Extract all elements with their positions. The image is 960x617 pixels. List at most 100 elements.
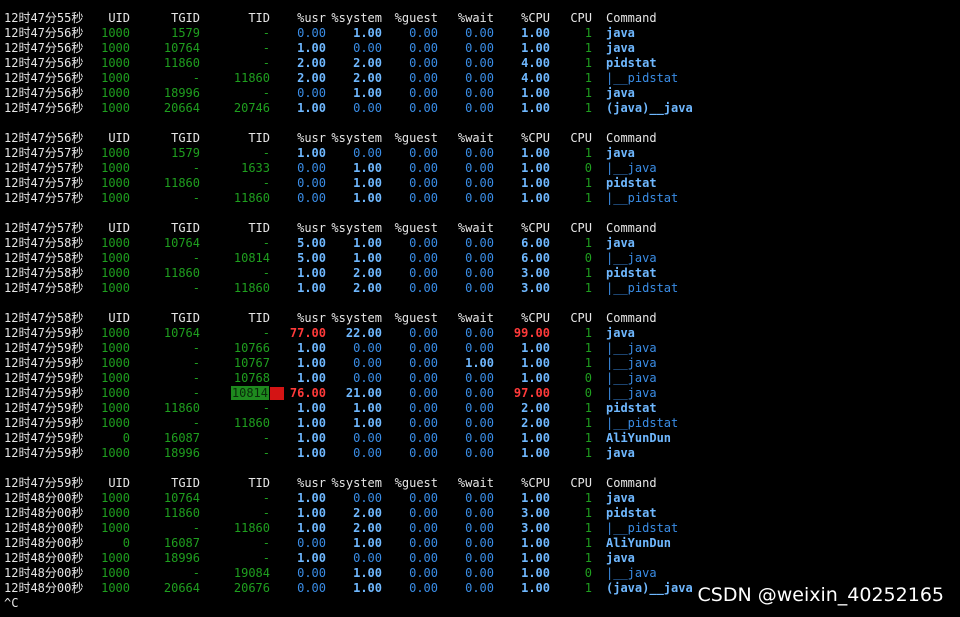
cell-tgid: 20664 (163, 101, 200, 115)
table-row: 12时47分59秒 1000 - 10768 1.00 0.00 0.00 0.00 1.00 0… (0, 371, 960, 386)
cell-uid: 1000 (101, 176, 130, 190)
cell-time: 12时48分00秒 (4, 506, 84, 520)
header-uid: UID (108, 131, 130, 145)
header-uid: UID (108, 221, 130, 235)
header-time: 12时47分55秒 (4, 11, 84, 25)
cell-wait: 0.00 (465, 506, 494, 520)
cell-wait: 0.00 (465, 551, 494, 565)
cell-cpu: 1 (584, 56, 592, 70)
cell-usr: 1.00 (297, 341, 326, 355)
cell-cpu_pct: 1.00 (521, 101, 550, 115)
table-row: 12时47分57秒 1000 - 11860 0.00 1.00 0.00 0.00 1.00 1… (0, 191, 960, 206)
header-cpu: CPU (570, 311, 592, 325)
cell-uid: 1000 (101, 506, 130, 520)
cell-wait: 0.00 (465, 281, 494, 295)
cell-command: |__java (606, 356, 657, 370)
cell-time: 12时47分59秒 (4, 386, 84, 400)
header-uid: UID (108, 11, 130, 25)
table-header: 12时47分58秒 UID TGID TID %usr %system %guest %wai… (0, 311, 960, 326)
cell-system: 1.00 (353, 161, 382, 175)
header-usr: %usr (297, 476, 326, 490)
cell-usr: 2.00 (297, 71, 326, 85)
cell-uid: 1000 (101, 236, 130, 250)
cell-tid: 10766 (233, 341, 270, 355)
table-row: 12时47分58秒 1000 - 10814 5.00 1.00 0.00 0.00 6.00 0… (0, 251, 960, 266)
cell-uid: 1000 (101, 341, 130, 355)
cell-guest: 0.00 (409, 281, 438, 295)
cell-usr: 77.00 (289, 326, 326, 340)
header-command: Command (606, 311, 657, 325)
cell-guest: 0.00 (409, 386, 438, 400)
cell-cpu: 1 (584, 446, 592, 460)
cell-tgid: - (192, 251, 200, 265)
cell-guest: 0.00 (409, 371, 438, 385)
cell-tid: 11860 (233, 191, 270, 205)
cell-tgid: - (192, 521, 200, 535)
cell-tid: 10767 (233, 356, 270, 370)
cell-tgid: 20664 (163, 581, 200, 595)
cell-cpu: 1 (584, 536, 592, 550)
cell-uid: 1000 (101, 281, 130, 295)
table-row: 12时47分58秒 1000 10764 - 5.00 1.00 0.00 0.00 6.00 1… (0, 236, 960, 251)
cell-cpu_pct: 1.00 (521, 26, 550, 40)
cell-tgid: - (192, 371, 200, 385)
cell-system: 1.00 (353, 176, 382, 190)
cell-tgid: 10764 (163, 236, 200, 250)
cell-cpu: 1 (584, 506, 592, 520)
header-wait: %wait (457, 221, 494, 235)
header-guest: %guest (394, 311, 438, 325)
cell-time: 12时47分57秒 (4, 161, 84, 175)
cell-guest: 0.00 (409, 566, 438, 580)
cell-wait: 0.00 (465, 386, 494, 400)
cell-cpu_pct: 1.00 (521, 566, 550, 580)
cell-wait: 0.00 (465, 341, 494, 355)
cell-guest: 0.00 (409, 161, 438, 175)
table-row: 12时47分57秒 1000 - 1633 0.00 1.00 0.00 0.00 1.00 0 |… (0, 161, 960, 176)
cell-wait: 1.00 (465, 356, 494, 370)
cell-tid: 11860 (233, 281, 270, 295)
cell-wait: 0.00 (465, 536, 494, 550)
cell-tgid: - (192, 191, 200, 205)
cell-time: 12时47分58秒 (4, 251, 84, 265)
header-wait: %wait (457, 131, 494, 145)
cell-command: |__java (606, 386, 657, 400)
cell-cpu_pct: 1.00 (521, 431, 550, 445)
cell-cpu: 1 (584, 71, 592, 85)
cell-cpu: 1 (584, 356, 592, 370)
cell-system: 1.00 (353, 566, 382, 580)
cell-wait: 0.00 (465, 251, 494, 265)
cell-system: 0.00 (353, 41, 382, 55)
cell-guest: 0.00 (409, 236, 438, 250)
cell-command: |__pidstat (606, 521, 679, 535)
cell-usr: 1.00 (297, 146, 326, 160)
cell-tid: - (262, 56, 270, 70)
cell-cpu_pct: 1.00 (521, 371, 550, 385)
cell-cpu: 1 (584, 521, 592, 535)
cell-wait: 0.00 (465, 191, 494, 205)
cell-tgid: 1579 (171, 146, 200, 160)
terminal-prompt[interactable]: ^C (4, 596, 18, 611)
cell-guest: 0.00 (409, 191, 438, 205)
cell-cpu_pct: 1.00 (521, 86, 550, 100)
cell-uid: 1000 (101, 191, 130, 205)
cell-guest: 0.00 (409, 41, 438, 55)
cell-cpu: 1 (584, 41, 592, 55)
cell-cpu: 1 (584, 326, 592, 340)
cell-usr: 1.00 (297, 506, 326, 520)
cell-uid: 0 (122, 431, 130, 445)
cell-command: |__pidstat (606, 416, 679, 430)
table-row: 12时47分57秒 1000 11860 - 0.00 1.00 0.00 0.00 1.00 1… (0, 176, 960, 191)
header-time: 12时47分58秒 (4, 311, 84, 325)
table-header: 12时47分57秒 UID TGID TID %usr %system %guest %wai… (0, 221, 960, 236)
cell-uid: 1000 (101, 161, 130, 175)
cell-guest: 0.00 (409, 101, 438, 115)
cell-guest: 0.00 (409, 536, 438, 550)
header-cpu: CPU (570, 221, 592, 235)
table-row: 12时47分56秒 1000 20664 20746 1.00 0.00 0.00 0.00 1… (0, 101, 960, 116)
cell-usr: 0.00 (297, 86, 326, 100)
header-cpu: CPU (570, 131, 592, 145)
cell-cpu_pct: 1.00 (521, 191, 550, 205)
cell-command: java (606, 446, 635, 460)
cell-tgid: - (192, 71, 200, 85)
cell-cpu: 1 (584, 551, 592, 565)
